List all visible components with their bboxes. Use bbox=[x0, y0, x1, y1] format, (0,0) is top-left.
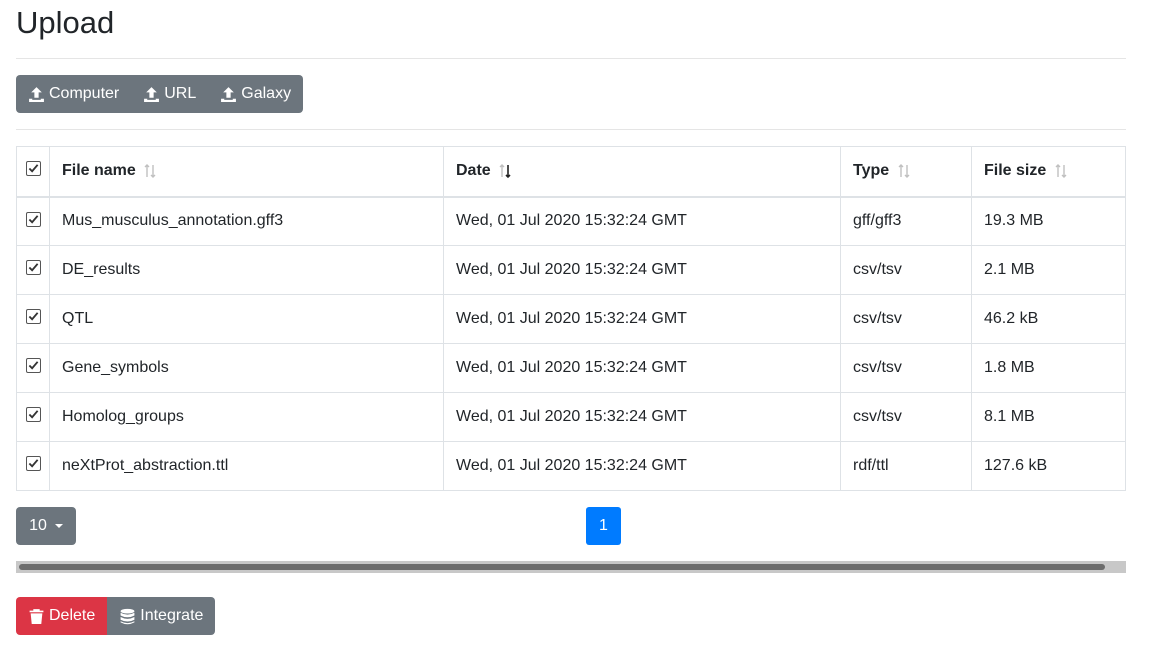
column-header-label: Date bbox=[456, 162, 491, 180]
type-cell: gff/gff3 bbox=[840, 196, 972, 246]
row-select-cell bbox=[16, 392, 50, 442]
check-icon bbox=[28, 263, 38, 272]
file-size-cell: 19.3 MB bbox=[971, 196, 1126, 246]
date-cell: Wed, 01 Jul 2020 15:32:24 GMT bbox=[443, 294, 841, 344]
integrate-button[interactable]: Integrate bbox=[107, 597, 216, 635]
upload-url-button[interactable]: URL bbox=[131, 75, 208, 113]
scrollbar-thumb[interactable] bbox=[19, 564, 1105, 570]
upload-computer-button[interactable]: Computer bbox=[16, 75, 131, 113]
table-row[interactable]: Mus_musculus_annotation.gff3 Wed, 01 Jul… bbox=[16, 196, 1126, 246]
row-checkbox[interactable] bbox=[25, 456, 41, 471]
date-cell: Wed, 01 Jul 2020 15:32:24 GMT bbox=[443, 196, 841, 246]
sort-desc-icon bbox=[499, 163, 511, 179]
row-checkbox[interactable] bbox=[25, 407, 41, 422]
row-select-cell bbox=[16, 343, 50, 393]
delete-label: Delete bbox=[49, 607, 96, 624]
file-name-cell: QTL bbox=[49, 294, 444, 344]
upload-icon bbox=[221, 86, 237, 102]
column-header-label: Type bbox=[853, 162, 890, 180]
row-checkbox[interactable] bbox=[25, 358, 41, 373]
page-number: 1 bbox=[599, 517, 608, 534]
select-all-cell bbox=[16, 146, 50, 198]
divider bbox=[16, 129, 1126, 130]
upload-computer-label: Computer bbox=[49, 85, 120, 102]
row-select-cell bbox=[16, 294, 50, 344]
delete-button[interactable]: Delete bbox=[16, 597, 108, 635]
check-icon bbox=[28, 410, 38, 419]
file-size-cell: 8.1 MB bbox=[971, 392, 1126, 442]
caret-down-icon bbox=[54, 524, 63, 528]
page-title: Upload bbox=[16, 0, 1126, 59]
file-size-cell: 2.1 MB bbox=[971, 245, 1126, 295]
column-header-file-size[interactable]: File size bbox=[971, 146, 1126, 198]
integrate-label: Integrate bbox=[140, 607, 204, 624]
file-size-cell: 46.2 kB bbox=[971, 294, 1126, 344]
upload-galaxy-label: Galaxy bbox=[241, 85, 292, 102]
page-1-button[interactable]: 1 bbox=[586, 507, 621, 545]
row-checkbox[interactable] bbox=[25, 309, 41, 324]
horizontal-scrollbar[interactable] bbox=[16, 561, 1126, 573]
row-select-cell bbox=[16, 196, 50, 246]
page-size-value: 10 bbox=[29, 517, 47, 534]
date-cell: Wed, 01 Jul 2020 15:32:24 GMT bbox=[443, 441, 841, 491]
type-cell: csv/tsv bbox=[840, 343, 972, 393]
type-cell: csv/tsv bbox=[840, 294, 972, 344]
column-header-file-name[interactable]: File name bbox=[49, 146, 444, 198]
action-button-group: Delete Integrate bbox=[16, 597, 216, 635]
select-all-checkbox[interactable] bbox=[25, 161, 41, 176]
date-cell: Wed, 01 Jul 2020 15:32:24 GMT bbox=[443, 343, 841, 393]
check-icon bbox=[28, 361, 38, 370]
file-name-cell: Gene_symbols bbox=[49, 343, 444, 393]
check-icon bbox=[28, 214, 38, 224]
check-icon bbox=[28, 312, 38, 321]
date-cell: Wed, 01 Jul 2020 15:32:24 GMT bbox=[443, 392, 841, 442]
sort-icon bbox=[144, 163, 156, 179]
row-checkbox[interactable] bbox=[25, 211, 41, 227]
column-header-date[interactable]: Date bbox=[443, 146, 841, 198]
table-row[interactable]: neXtProt_abstraction.ttl Wed, 01 Jul 202… bbox=[16, 441, 1126, 491]
table-row[interactable]: DE_results Wed, 01 Jul 2020 15:32:24 GMT… bbox=[16, 245, 1126, 295]
type-cell: rdf/ttl bbox=[840, 441, 972, 491]
database-icon bbox=[120, 608, 135, 624]
file-name-cell: Homolog_groups bbox=[49, 392, 444, 442]
row-checkbox[interactable] bbox=[25, 260, 41, 275]
row-select-cell bbox=[16, 245, 50, 295]
sort-icon bbox=[1055, 163, 1067, 179]
check-icon bbox=[28, 164, 38, 173]
upload-icon bbox=[29, 86, 44, 102]
file-name-cell: DE_results bbox=[49, 245, 444, 295]
type-cell: csv/tsv bbox=[840, 392, 972, 442]
column-header-label: File name bbox=[62, 162, 136, 180]
table-row[interactable]: QTL Wed, 01 Jul 2020 15:32:24 GMT csv/ts… bbox=[16, 294, 1126, 344]
table-footer: 10 1 bbox=[16, 507, 1126, 545]
file-name-cell: Mus_musculus_annotation.gff3 bbox=[49, 196, 444, 246]
sort-icon bbox=[898, 163, 910, 179]
upload-icon bbox=[144, 86, 160, 102]
column-header-label: File size bbox=[984, 162, 1047, 180]
date-cell: Wed, 01 Jul 2020 15:32:24 GMT bbox=[443, 245, 841, 295]
page-size-dropdown[interactable]: 10 bbox=[16, 507, 76, 545]
upload-url-label: URL bbox=[164, 85, 197, 102]
upload-page: Upload Computer URL Galaxy File name Dat… bbox=[16, 0, 1126, 635]
file-size-cell: 127.6 kB bbox=[971, 441, 1126, 491]
file-size-cell: 1.8 MB bbox=[971, 343, 1126, 393]
table-row[interactable]: Gene_symbols Wed, 01 Jul 2020 15:32:24 G… bbox=[16, 343, 1126, 393]
table-header-row: File name Date Type File size bbox=[16, 146, 1126, 198]
check-icon bbox=[28, 459, 38, 468]
files-table: File name Date Type File size Mus_muscul… bbox=[16, 146, 1126, 491]
column-header-type[interactable]: Type bbox=[840, 146, 972, 198]
upload-button-group: Computer URL Galaxy bbox=[16, 75, 304, 113]
trash-icon bbox=[29, 608, 44, 624]
table-row[interactable]: Homolog_groups Wed, 01 Jul 2020 15:32:24… bbox=[16, 392, 1126, 442]
file-name-cell: neXtProt_abstraction.ttl bbox=[49, 441, 444, 491]
upload-galaxy-button[interactable]: Galaxy bbox=[208, 75, 303, 113]
type-cell: csv/tsv bbox=[840, 245, 972, 295]
row-select-cell bbox=[16, 441, 50, 491]
